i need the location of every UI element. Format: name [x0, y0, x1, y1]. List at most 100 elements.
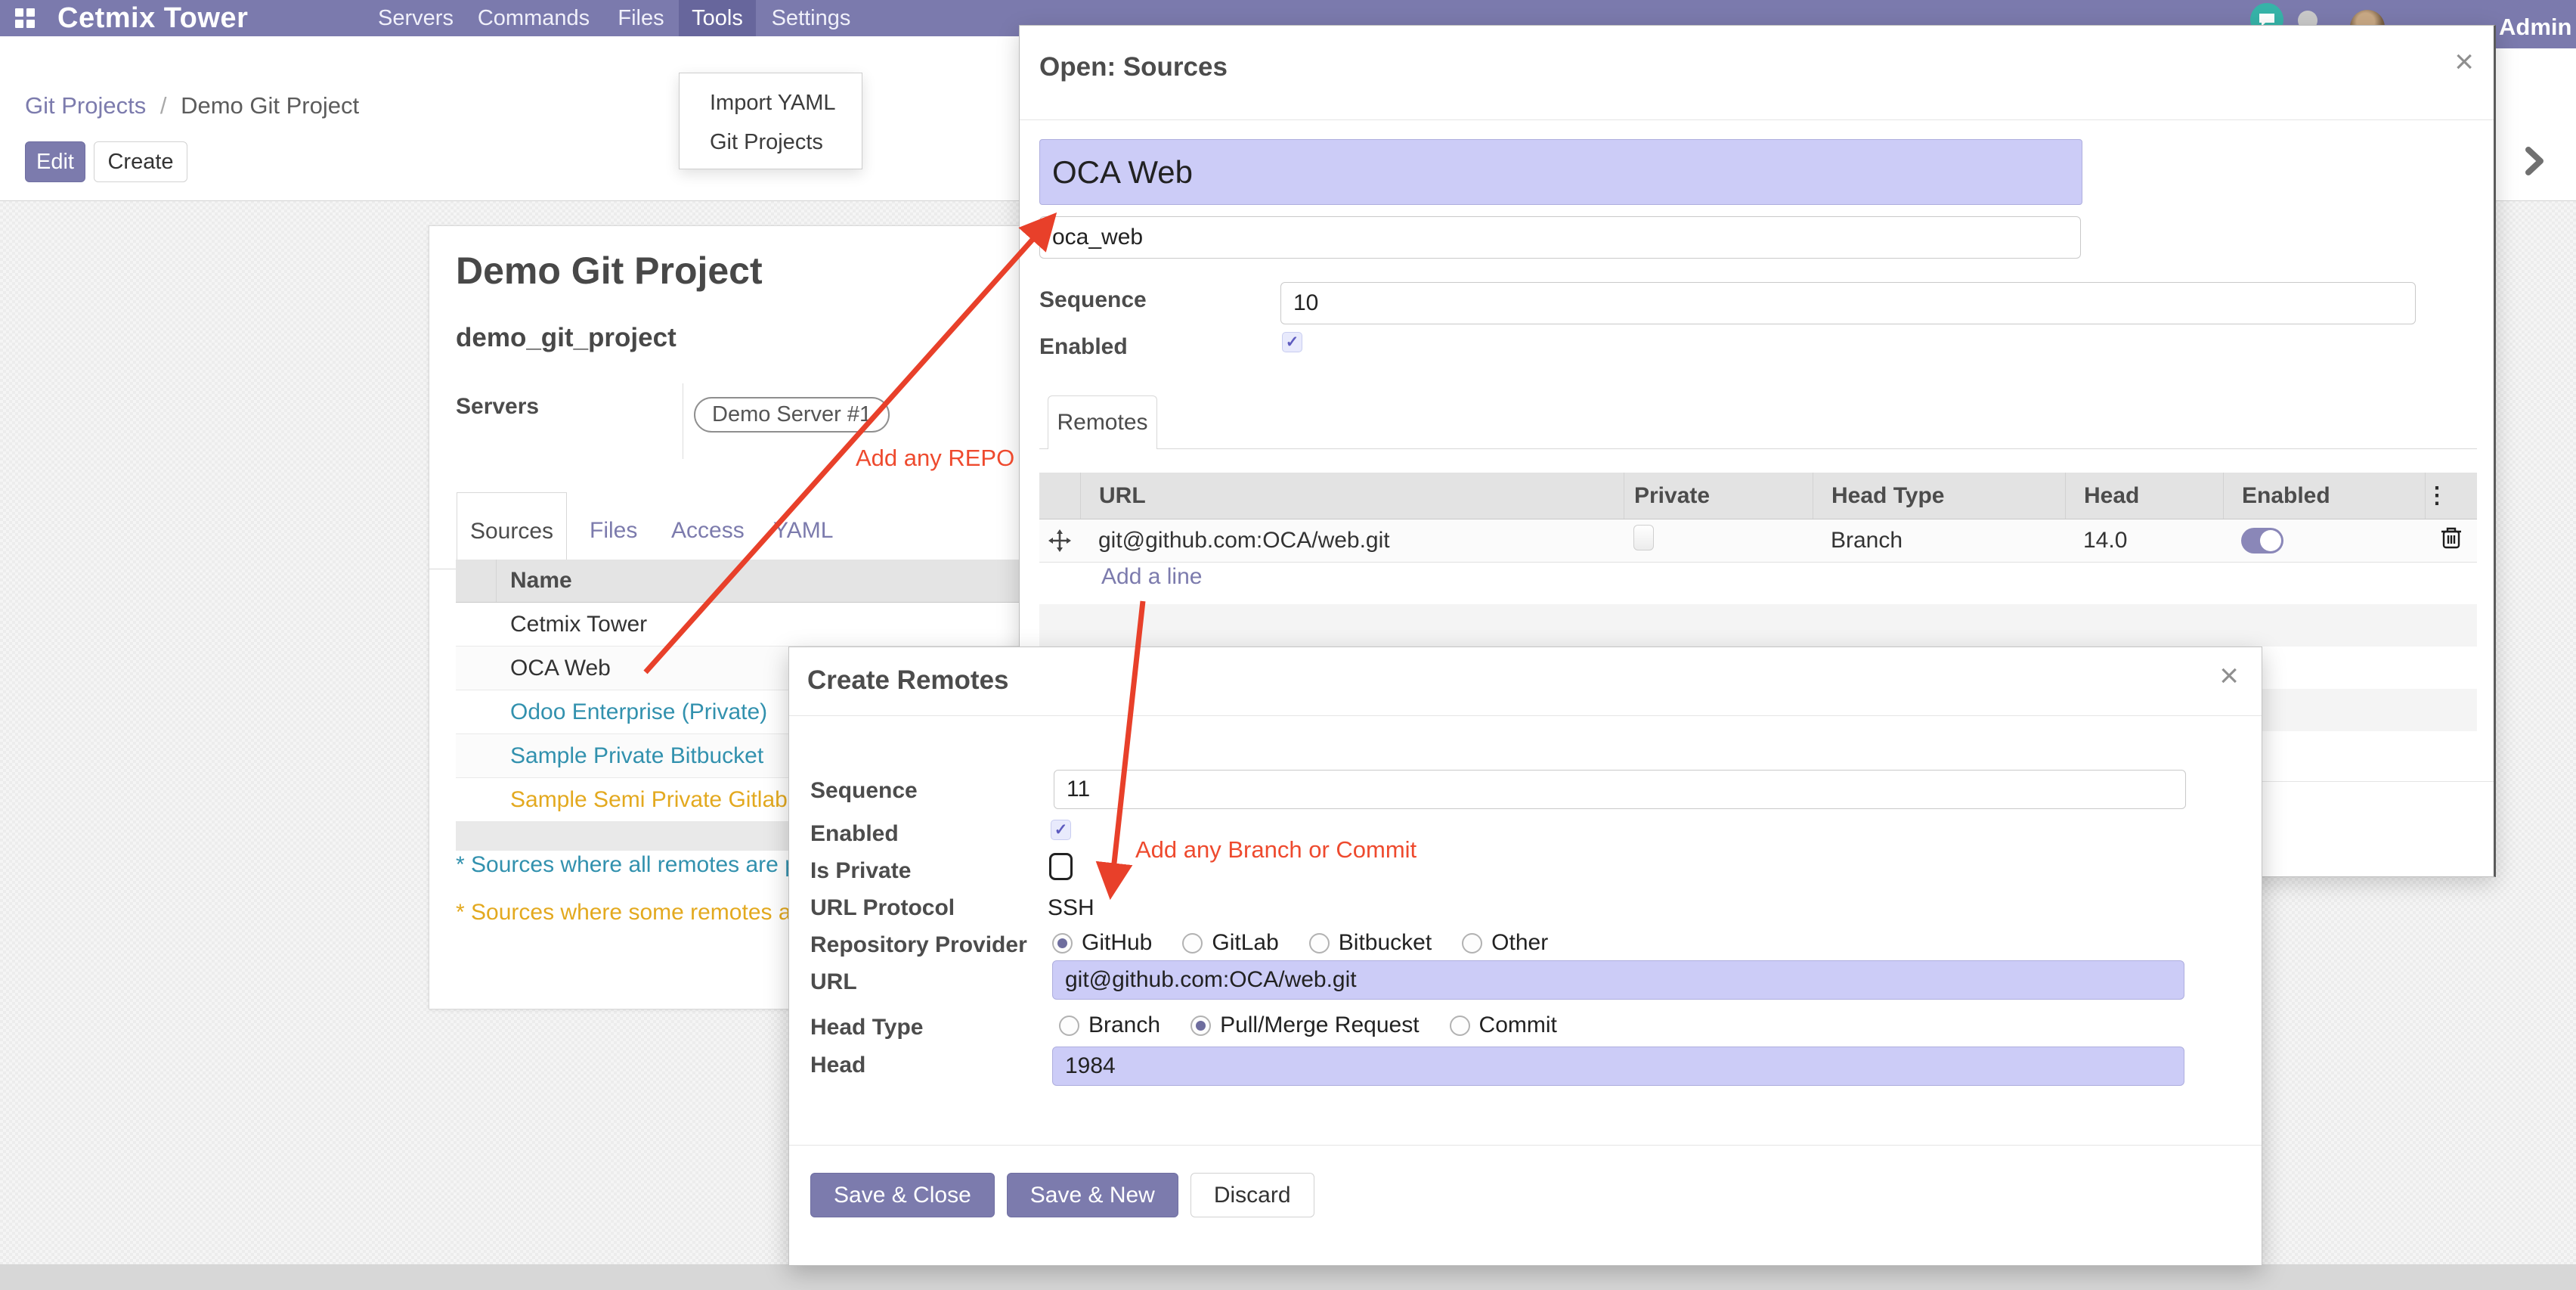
nav-item-settings[interactable]: Settings [762, 0, 860, 36]
radio-branch-label: Branch [1088, 1012, 1160, 1038]
tab-sources[interactable]: Sources [457, 492, 567, 569]
delete-icon[interactable] [2441, 526, 2462, 550]
drag-handle-icon [1048, 529, 1071, 552]
breadcrumb-parent-link[interactable]: Git Projects [25, 92, 146, 119]
source-name: Odoo Enterprise (Private) [497, 699, 767, 725]
tab-yaml[interactable]: YAML [773, 492, 833, 569]
drag-handle[interactable] [1039, 529, 1080, 552]
apps-menu-icon[interactable] [15, 8, 35, 28]
url-input[interactable]: git@github.com:OCA/web.git [1052, 960, 2184, 1000]
close-icon[interactable]: × [2219, 662, 2239, 690]
is-private-label: Is Private [810, 858, 911, 884]
is-private-checkbox[interactable] [1049, 853, 1073, 880]
radio-other-label: Other [1491, 930, 1548, 956]
user-menu[interactable]: Admin [2496, 0, 2576, 48]
remote-row[interactable]: git@github.com:OCA/web.git Branch 14.0 [1039, 519, 2477, 563]
dialog-footer: Save & Close Save & New Discard [810, 1173, 1314, 1217]
discard-button[interactable]: Discard [1190, 1173, 1314, 1217]
tab-files[interactable]: Files [590, 492, 637, 569]
chevron-right-icon [2525, 146, 2544, 176]
radio-commit[interactable] [1450, 1016, 1470, 1036]
head-input[interactable]: 1984 [1052, 1047, 2184, 1086]
repository-provider-radios: GitHub GitLab Bitbucket Other [1052, 930, 1548, 956]
remotes-table-header: URL Private Head Type Head Enabled ⋮ [1039, 473, 2477, 519]
app-brand[interactable]: Cetmix Tower [57, 0, 248, 36]
save-and-new-button[interactable]: Save & New [1007, 1173, 1178, 1217]
url-protocol-value: SSH [1048, 895, 1094, 921]
empty-row-stripe [1039, 604, 2477, 647]
servers-field-label: Servers [456, 394, 539, 420]
head-label: Head [810, 1053, 865, 1078]
enabled-label: Enabled [810, 821, 899, 847]
bottom-strip [0, 1264, 2576, 1290]
source-name: Cetmix Tower [497, 612, 647, 637]
enabled-label: Enabled [1039, 334, 1128, 360]
url-label: URL [810, 969, 857, 995]
enabled-checkbox[interactable]: ✓ [1051, 820, 1071, 840]
head-type-radios: Branch Pull/Merge Request Commit [1059, 1012, 1557, 1038]
server-badge[interactable]: Demo Server #1 [694, 397, 890, 433]
pager-next-button[interactable] [2517, 141, 2552, 181]
header-divider [1020, 119, 2494, 120]
radio-bitbucket-label: Bitbucket [1339, 930, 1432, 956]
radio-other[interactable] [1462, 933, 1482, 954]
user-name-label: Admin [2499, 14, 2571, 41]
dialog-title: Create Remotes [807, 665, 1009, 696]
footnote-semi-private-sources: * Sources where some remotes are [456, 900, 811, 926]
create-button[interactable]: Create [94, 141, 187, 182]
dialog-title: Open: Sources [1039, 52, 1228, 82]
source-code-input[interactable]: oca_web [1039, 216, 2081, 259]
source-name: Sample Private Bitbucket [497, 743, 763, 769]
tab-remotes[interactable]: Remotes [1048, 395, 1157, 449]
radio-bitbucket[interactable] [1309, 933, 1330, 954]
breadcrumb: Git Projects / Demo Git Project [25, 92, 359, 119]
radio-gitlab-label: GitLab [1212, 930, 1278, 956]
radio-gitlab[interactable] [1182, 933, 1203, 954]
enabled-toggle[interactable] [2241, 528, 2283, 554]
nav-item-servers[interactable]: Servers [370, 0, 462, 36]
source-name: Sample Semi Private Gitlab [497, 787, 788, 813]
save-and-close-button[interactable]: Save & Close [810, 1173, 995, 1217]
head-column-header: Head [2065, 473, 2223, 519]
breadcrumb-current: Demo Git Project [181, 92, 359, 119]
remote-head-type-cell: Branch [1813, 528, 2065, 554]
radio-branch[interactable] [1059, 1016, 1079, 1036]
private-checkbox[interactable] [1633, 525, 1654, 550]
tools-dropdown-menu: Import YAML Git Projects [679, 73, 862, 169]
radio-github[interactable] [1052, 933, 1073, 954]
url-column-header: URL [1080, 473, 1624, 519]
nav-item-tools[interactable]: Tools [679, 0, 756, 36]
tab-access[interactable]: Access [671, 492, 745, 569]
project-title: Demo Git Project [456, 249, 763, 293]
enabled-column-header: Enabled [2223, 473, 2425, 519]
radio-pull-merge-request-label: Pull/Merge Request [1220, 1012, 1419, 1038]
nav-item-files[interactable]: Files [608, 0, 674, 36]
nav-item-commands[interactable]: Commands [464, 0, 603, 36]
footer-divider [789, 1145, 2262, 1146]
source-name-input[interactable]: OCA Web [1039, 139, 2082, 205]
menu-item-import-yaml[interactable]: Import YAML [680, 85, 862, 120]
sequence-input[interactable]: 10 [1280, 282, 2416, 324]
name-column-header: Name [497, 568, 572, 594]
private-column-header: Private [1624, 473, 1813, 519]
sequence-label: Sequence [810, 778, 918, 804]
remote-head-cell: 14.0 [2065, 528, 2223, 554]
enabled-checkbox[interactable]: ✓ [1282, 332, 1302, 352]
source-name: OCA Web [497, 656, 611, 681]
url-protocol-label: URL Protocol [810, 895, 955, 921]
edit-button[interactable]: Edit [25, 141, 85, 182]
select-column[interactable] [456, 560, 497, 602]
remotes-table: URL Private Head Type Head Enabled ⋮ git… [1039, 473, 2477, 563]
head-type-column-header: Head Type [1813, 473, 2065, 519]
project-code: demo_git_project [456, 323, 677, 353]
optional-columns-button[interactable]: ⋮ [2425, 473, 2478, 519]
repository-provider-label: Repository Provider [810, 932, 1027, 958]
add-a-line-link[interactable]: Add a line [1101, 564, 1202, 590]
header-divider [789, 715, 2262, 716]
menu-item-git-projects[interactable]: Git Projects [680, 125, 862, 160]
close-icon[interactable]: × [2454, 48, 2474, 76]
radio-pull-merge-request[interactable] [1190, 1016, 1211, 1036]
sequence-input[interactable]: 11 [1054, 770, 2186, 809]
sequence-label: Sequence [1039, 287, 1147, 313]
remote-url-cell: git@github.com:OCA/web.git [1080, 528, 1624, 554]
